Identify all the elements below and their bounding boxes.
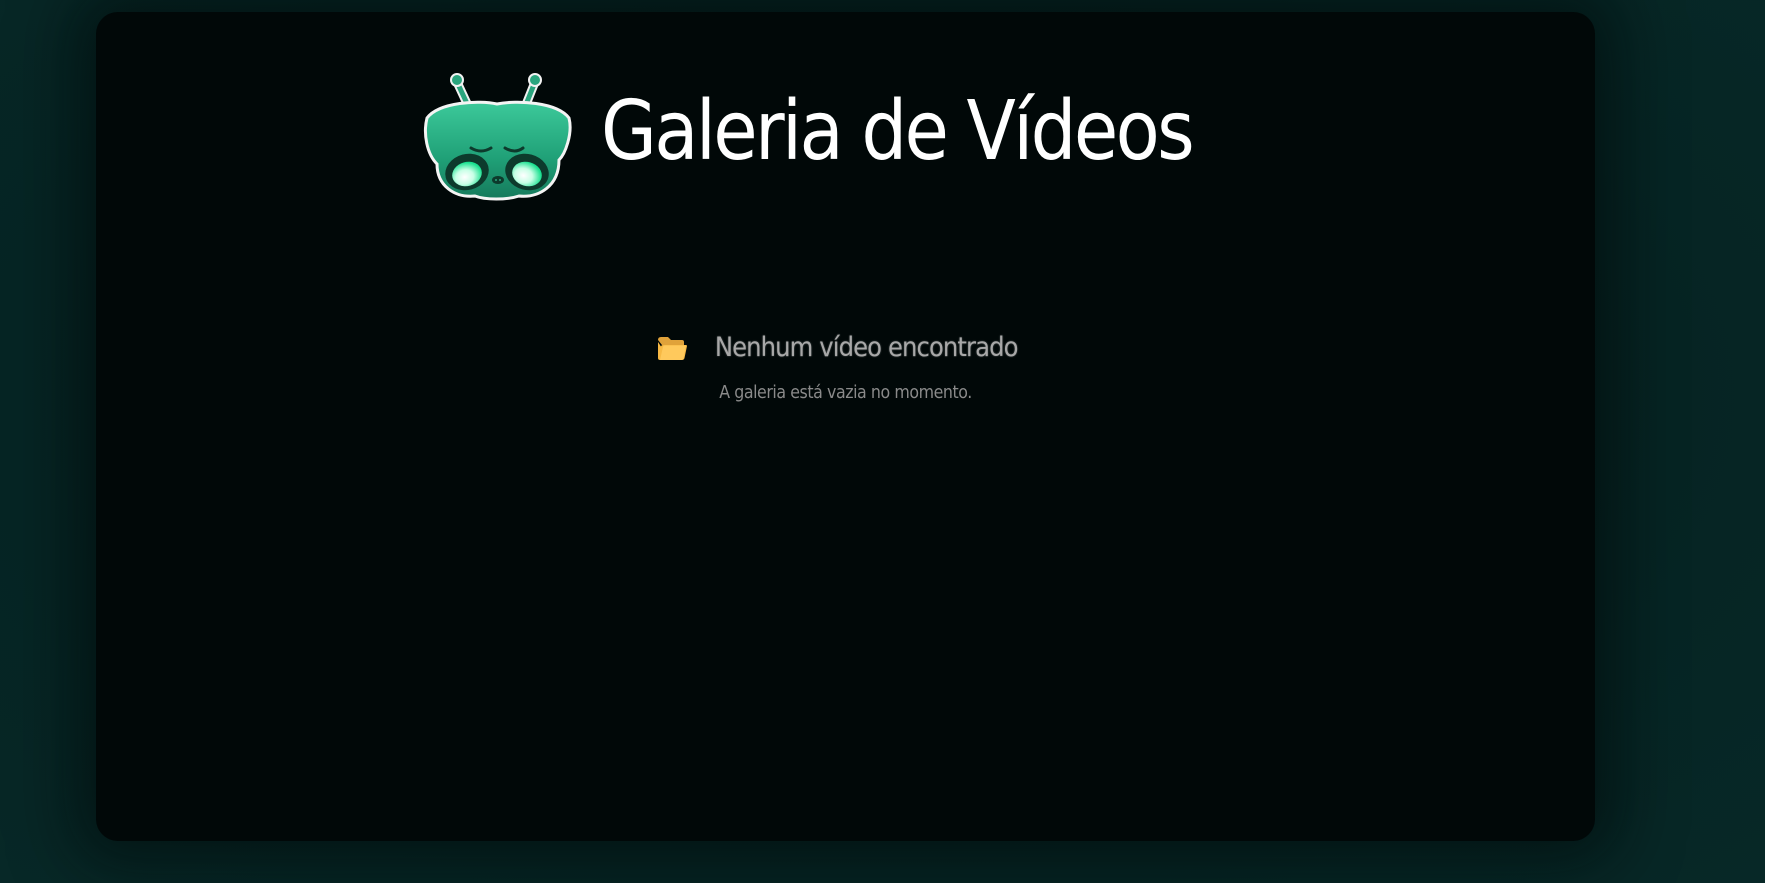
empty-state-heading-row: Nenhum vídeo encontrado <box>656 332 1034 363</box>
page-title: Galeria de Vídeos <box>600 83 1195 179</box>
gallery-header: Galeria de Vídeos <box>96 60 1595 210</box>
empty-state-heading: Nenhum vídeo encontrado <box>715 332 1019 363</box>
alien-mascot-icon <box>423 73 572 201</box>
page-background: Galeria de Vídeos Nenhum vídeo encontrad… <box>0 0 1765 883</box>
empty-state: Nenhum vídeo encontrado A galeria está v… <box>96 332 1595 403</box>
open-folder-icon <box>658 336 688 360</box>
gallery-panel: Galeria de Vídeos Nenhum vídeo encontrad… <box>96 12 1595 841</box>
empty-state-message: A galeria está vazia no momento. <box>719 381 972 403</box>
